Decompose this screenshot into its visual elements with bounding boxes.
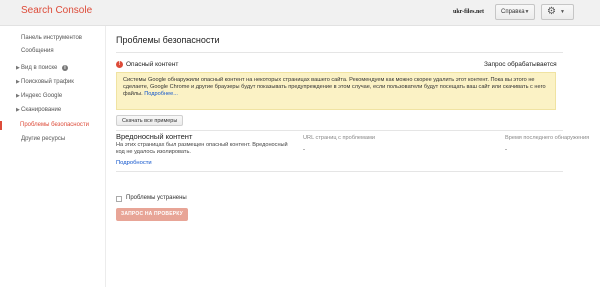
column-header-last-detected: Время последнего обнаружения: [505, 135, 590, 141]
sidebar-item-other-resources[interactable]: Другие ресурсы: [0, 136, 105, 146]
sidebar-item-label: Другие ресурсы: [21, 136, 66, 142]
gear-icon: ⚙: [547, 6, 556, 17]
sidebar-item-label: Индекс Google: [21, 93, 63, 99]
issue-row-last-detected: -: [505, 147, 507, 153]
app-logo[interactable]: Search Console: [21, 5, 92, 16]
sidebar-item-security-issues[interactable]: Проблемы безопасности: [0, 121, 105, 132]
sidebar-item-search-appearance[interactable]: ▶ Вид в поиске i: [0, 65, 105, 75]
sidebar-item-crawl[interactable]: ▶ Сканирование: [0, 107, 105, 117]
chevron-down-icon: ▼: [559, 9, 565, 15]
chevron-down-icon: ▼: [524, 9, 530, 15]
expand-arrow-icon: ▶: [16, 65, 20, 71]
expand-arrow-icon: ▶: [16, 79, 20, 85]
top-bar: Search Console ukr-files.net Справка ▼ ⚙…: [0, 0, 600, 26]
divider: [116, 130, 563, 131]
sidebar-item-label: Панель инструментов: [21, 35, 82, 41]
details-link[interactable]: Подробности: [116, 160, 152, 166]
expand-arrow-icon: ▶: [16, 107, 20, 113]
expand-arrow-icon: ▶: [16, 93, 20, 99]
warning-text: Системы Google обнаружили опасный контен…: [123, 77, 546, 98]
active-indicator: [0, 121, 2, 130]
sidebar-item-label: Проблемы безопасности: [20, 122, 90, 128]
issues-resolved-label[interactable]: Проблемы устранены: [126, 195, 187, 201]
download-examples-button[interactable]: Скачать все примеры: [116, 115, 184, 126]
page-title: Проблемы безопасности: [116, 35, 220, 45]
error-icon: !: [116, 61, 123, 68]
site-name: ukr-files.net: [453, 9, 484, 15]
request-status: Запрос обрабатывается: [484, 61, 557, 68]
settings-button[interactable]: ⚙ ▼: [541, 4, 574, 20]
sidebar-item-google-index[interactable]: ▶ Индекс Google: [0, 93, 105, 103]
divider: [116, 52, 563, 53]
info-icon[interactable]: i: [62, 65, 68, 71]
column-header-urls: URL страниц с проблемами: [303, 135, 375, 141]
issue-row-title: Вредоносный контент: [116, 132, 193, 141]
sidebar-item-label: Сообщения: [21, 48, 54, 54]
sidebar-item-messages[interactable]: Сообщения: [0, 48, 105, 58]
issue-title: Опасный контент: [126, 61, 179, 68]
sidebar-item-dashboard[interactable]: Панель инструментов: [0, 35, 105, 45]
sidebar-item-label: Сканирование: [21, 107, 62, 113]
help-button[interactable]: Справка ▼: [495, 4, 535, 20]
divider: [116, 171, 563, 172]
sidebar: Панель инструментов Сообщения ▶ Вид в по…: [0, 26, 105, 287]
help-button-label: Справка: [501, 9, 525, 15]
main-content: Проблемы безопасности ! Опасный контент …: [105, 26, 600, 287]
issue-row-urls: -: [303, 147, 305, 153]
warning-box: Системы Google обнаружили опасный контен…: [116, 72, 556, 110]
issue-row-description: На этих страницах был размещен опасный к…: [116, 142, 288, 155]
warning-more-link[interactable]: Подробнее...: [144, 91, 178, 97]
request-review-button[interactable]: ЗАПРОС НА ПРОВЕРКУ: [116, 208, 188, 221]
sidebar-item-label: Вид в поиске: [21, 65, 58, 71]
issues-resolved-checkbox[interactable]: [116, 196, 122, 202]
sidebar-item-label: Поисковый трафик: [21, 79, 74, 85]
sidebar-item-search-traffic[interactable]: ▶ Поисковый трафик: [0, 79, 105, 89]
